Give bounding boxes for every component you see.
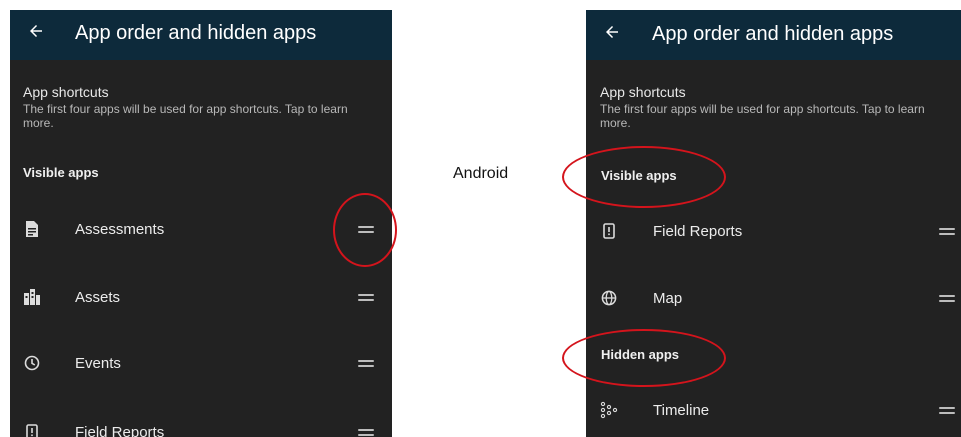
shortcuts-description: The first four apps will be used for app… [23,102,348,130]
app-label: Events [75,354,121,372]
app-bar: App order and hidden apps [586,10,961,60]
app-label: Field Reports [653,222,743,240]
app-row-map[interactable]: Map [586,275,961,321]
back-arrow-icon[interactable] [600,23,624,47]
app-label: Map [653,289,683,307]
app-label: Timeline [653,401,710,419]
hidden-apps-heading: Hidden apps [601,347,680,362]
app-shortcuts-section[interactable]: App shortcuts The first four apps will b… [600,84,941,130]
report-alert-icon [600,222,618,240]
left-phone-screen: App order and hidden apps App shortcuts … [10,10,392,437]
drag-handle-icon[interactable] [358,427,374,437]
app-row-timeline[interactable]: Timeline [586,387,961,433]
shortcuts-description: The first four apps will be used for app… [600,102,925,130]
back-arrow-icon[interactable] [24,22,48,46]
app-bar: App order and hidden apps [10,10,392,60]
app-row-assets[interactable]: Assets [10,274,392,320]
visible-apps-heading: Visible apps [23,165,99,180]
drag-handle-icon[interactable] [358,224,374,234]
shortcuts-title: App shortcuts [23,84,109,100]
page-title: App order and hidden apps [652,23,894,45]
drag-handle-icon[interactable] [939,405,955,415]
drag-handle-icon[interactable] [358,358,374,368]
platform-caption: Android [453,165,509,182]
app-row-events[interactable]: Events [10,340,392,386]
drag-handle-icon[interactable] [939,226,955,236]
document-list-icon [23,220,41,238]
app-label: Field Reports [75,423,165,437]
comparison-stage: App order and hidden apps App shortcuts … [0,0,961,437]
app-row-field-reports[interactable]: Field Reports [586,208,961,254]
right-phone-screen: App order and hidden apps App shortcuts … [586,10,961,437]
app-row-field-reports[interactable]: Field Reports [10,409,392,437]
app-label: Assets [75,288,121,306]
app-label: Assessments [75,220,165,238]
app-shortcuts-section[interactable]: App shortcuts The first four apps will b… [23,84,372,130]
timeline-icon [600,401,618,419]
page-title: App order and hidden apps [75,22,317,44]
drag-handle-icon[interactable] [358,292,374,302]
globe-icon [600,289,618,307]
buildings-icon [23,288,41,306]
report-alert-icon [23,423,41,437]
app-row-assessments[interactable]: Assessments [10,206,392,252]
drag-handle-icon[interactable] [939,293,955,303]
clock-icon [23,354,41,372]
visible-apps-heading: Visible apps [601,168,677,183]
shortcuts-title: App shortcuts [600,84,686,100]
